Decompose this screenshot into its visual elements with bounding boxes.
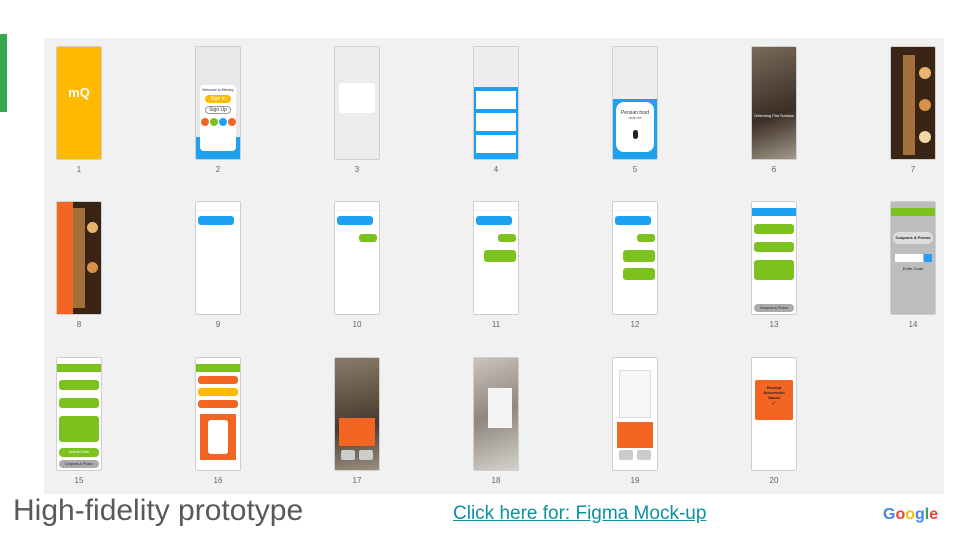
screen-number: 19: [630, 476, 640, 485]
receipt-message: Receipt Successful Saved: [763, 385, 785, 400]
screen-number: 18: [491, 476, 501, 485]
screen-18[interactable]: [473, 357, 519, 471]
code-input[interactable]: [895, 254, 923, 262]
screen-number: 6: [771, 165, 777, 174]
social-icon[interactable]: [209, 118, 218, 126]
screen-number: 12: [630, 320, 640, 329]
screen-1[interactable]: mQ: [56, 46, 102, 160]
sign-up-button[interactable]: Sign Up: [205, 106, 231, 114]
screen-12[interactable]: [612, 201, 658, 315]
screen-number: 9: [215, 320, 221, 329]
coupons-button[interactable]: Coupons & Promo: [754, 304, 794, 312]
screen-number: 10: [352, 320, 362, 329]
screen-number: 2: [215, 165, 221, 174]
screen-number: 7: [910, 165, 916, 174]
social-icon[interactable]: [218, 118, 227, 126]
screen-number: 17: [352, 476, 362, 485]
screen-11[interactable]: [473, 201, 519, 315]
screen-number: 4: [493, 165, 499, 174]
screen-8[interactable]: [56, 201, 102, 315]
screen-3[interactable]: [334, 46, 380, 160]
slide-title: High-fidelity prototype: [13, 494, 304, 527]
screen-number: 14: [908, 320, 918, 329]
screen-20[interactable]: Receipt Successful Saved ✓: [751, 357, 797, 471]
screen-9[interactable]: [195, 201, 241, 315]
coupons-button[interactable]: Coupons & Promo: [59, 460, 99, 468]
sign-in-button[interactable]: Sign In: [205, 95, 231, 103]
check-icon: ✓: [771, 401, 777, 407]
screen-number: 16: [213, 476, 223, 485]
figma-mockup-link[interactable]: Click here for: Figma Mock-up: [453, 503, 706, 525]
screen-4[interactable]: [473, 46, 519, 160]
chat-header: [613, 202, 657, 211]
chat-header: [474, 202, 518, 211]
screen-10[interactable]: [334, 201, 380, 315]
screen-number: 1: [76, 165, 82, 174]
screen-6[interactable]: Detecting Flat Surface: [751, 46, 797, 160]
screen-number: 15: [74, 476, 84, 485]
welcome-text: Welcome to Mimasy: [202, 88, 234, 92]
screen-7[interactable]: [890, 46, 936, 160]
screen-2[interactable]: Welcome to Mimasy Sign In Sign Up: [195, 46, 241, 160]
screen-14[interactable]: Coupons & Promo Enter Code: [890, 201, 936, 315]
slide: mQ 1 Welcome to Mimasy Sign In Sign Up 2…: [0, 0, 960, 540]
check-icon[interactable]: [924, 254, 932, 262]
google-logo: Google: [883, 506, 939, 523]
social-icon[interactable]: [227, 118, 236, 126]
social-icon[interactable]: [200, 118, 209, 126]
scan-text: Detecting Flat Surface: [754, 113, 794, 118]
fingerprint-icon[interactable]: [200, 414, 236, 460]
screen-5[interactable]: Persian food near me: [612, 46, 658, 160]
prototype-board: mQ 1 Welcome to Mimasy Sign In Sign Up 2…: [44, 38, 944, 494]
chat-header: [196, 202, 240, 211]
screen-13[interactable]: Coupons & Promo: [751, 201, 797, 315]
screen-number: 20: [769, 476, 779, 485]
chat-header: [335, 202, 379, 211]
screen-16[interactable]: [195, 357, 241, 471]
screen-17[interactable]: [334, 357, 380, 471]
submit-order-button[interactable]: Submit Order: [59, 448, 99, 457]
screen-number: 11: [491, 320, 501, 329]
app-logo: mQ: [68, 85, 90, 100]
microphone-icon[interactable]: [632, 130, 638, 139]
accent-bar: [0, 34, 7, 112]
voice-query-sub: near me: [628, 116, 642, 120]
screen-19[interactable]: [612, 357, 658, 471]
screen-number: 8: [76, 320, 82, 329]
screen-number: 5: [632, 165, 638, 174]
screen-15[interactable]: Submit Order Coupons & Promo: [56, 357, 102, 471]
enter-code-label: Enter Code: [902, 266, 924, 271]
coupons-title: Coupons & Promo: [893, 232, 933, 244]
screen-number: 13: [769, 320, 779, 329]
screen-number: 3: [354, 165, 360, 174]
